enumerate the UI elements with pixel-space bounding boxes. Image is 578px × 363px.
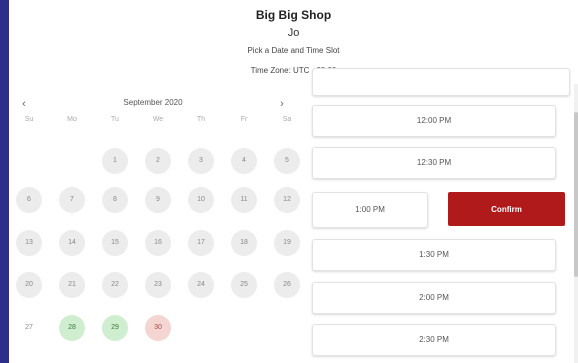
weekday-label: We xyxy=(152,116,164,123)
calendar-day[interactable]: 10 xyxy=(188,187,214,213)
scrollbar-thumb[interactable] xyxy=(574,112,578,277)
calendar-day[interactable]: 17 xyxy=(188,230,214,256)
weekday-label: Su xyxy=(24,116,34,123)
calendar-day[interactable]: 13 xyxy=(16,230,42,256)
calendar-day[interactable]: 20 xyxy=(16,272,42,298)
calendar-day[interactable]: 12 xyxy=(274,187,300,213)
time-slot[interactable]: 2:00 PM xyxy=(312,282,556,314)
calendar-day-available[interactable]: 28 xyxy=(59,315,85,341)
calendar-day[interactable]: 9 xyxy=(145,187,171,213)
confirm-button[interactable]: Confirm xyxy=(448,192,565,226)
time-slot[interactable]: 1:30 PM xyxy=(312,239,556,271)
calendar-day[interactable]: 15 xyxy=(102,230,128,256)
calendar-day[interactable]: 23 xyxy=(145,272,171,298)
calendar-day-available[interactable]: 29 xyxy=(102,315,128,341)
calendar-day[interactable]: 26 xyxy=(274,272,300,298)
shop-name: Big Big Shop xyxy=(255,8,332,22)
calendar-day[interactable]: 27 xyxy=(16,315,42,341)
weekday-label: Fr xyxy=(240,116,248,123)
time-slot-selected[interactable]: 1:00 PM xyxy=(312,192,428,228)
staff-name: Jo xyxy=(287,27,300,39)
calendar-day[interactable]: 25 xyxy=(231,272,257,298)
calendar-day[interactable]: 3 xyxy=(188,148,214,174)
calendar-day[interactable]: 4 xyxy=(231,148,257,174)
calendar-day[interactable]: 6 xyxy=(16,187,42,213)
month-label: September 2020 xyxy=(123,98,183,107)
time-slot-list: 12:00 PM 12:30 PM 1:00 PM Confirm 1:30 P… xyxy=(309,68,571,363)
chevron-left-icon[interactable]: ‹ xyxy=(17,97,31,111)
time-slot-partial[interactable] xyxy=(312,68,570,96)
weekday-label: Sa xyxy=(282,116,292,123)
calendar-day[interactable]: 24 xyxy=(188,272,214,298)
calendar-day-selected[interactable]: 30 xyxy=(145,315,171,341)
instruction-text: Pick a Date and Time Slot xyxy=(247,46,340,55)
time-slot[interactable]: 12:30 PM xyxy=(312,147,556,179)
time-slot[interactable]: 2:30 PM xyxy=(312,324,556,356)
calendar-day[interactable]: 18 xyxy=(231,230,257,256)
booking-card: Big Big Shop Jo Pick a Date and Time Slo… xyxy=(9,0,578,363)
calendar-day[interactable]: 14 xyxy=(59,230,85,256)
calendar-day[interactable]: 16 xyxy=(145,230,171,256)
chevron-right-icon[interactable]: › xyxy=(275,97,289,111)
calendar-day[interactable]: 2 xyxy=(145,148,171,174)
calendar-day[interactable]: 22 xyxy=(102,272,128,298)
weekday-label: Mo xyxy=(67,116,77,123)
calendar-day[interactable]: 11 xyxy=(231,187,257,213)
calendar-day[interactable]: 7 xyxy=(59,187,85,213)
weekday-label: Tu xyxy=(111,116,119,123)
calendar-day[interactable]: 1 xyxy=(102,148,128,174)
calendar-day[interactable]: 19 xyxy=(274,230,300,256)
calendar-day[interactable]: 5 xyxy=(274,148,300,174)
calendar-day[interactable]: 8 xyxy=(102,187,128,213)
time-slot[interactable]: 12:00 PM xyxy=(312,105,556,137)
calendar-day[interactable]: 21 xyxy=(59,272,85,298)
weekday-label: Th xyxy=(196,116,206,123)
